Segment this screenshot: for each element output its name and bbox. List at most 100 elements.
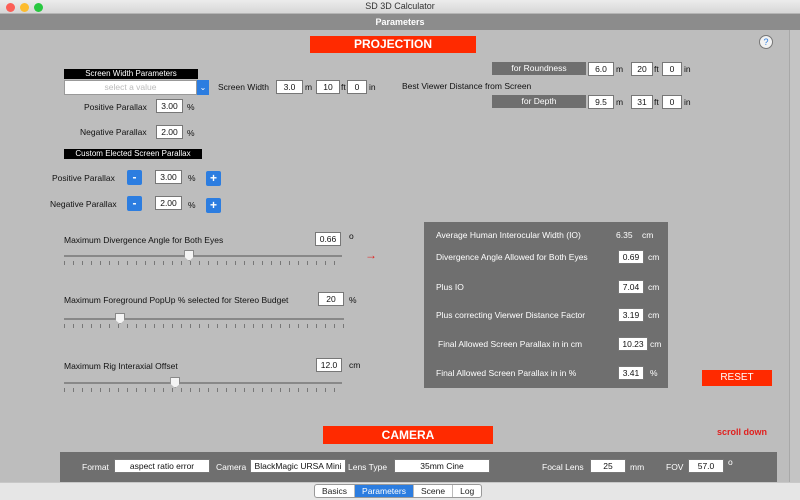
roundness-m-field[interactable]: 6.0 <box>588 62 614 76</box>
positive-parallax-unit: % <box>187 102 195 112</box>
divergence-slider-thumb[interactable] <box>184 250 195 261</box>
fov-unit: o <box>728 457 733 467</box>
custom-negative-label: Negative Parallax <box>50 199 117 209</box>
fov-label: FOV <box>666 462 684 472</box>
focal-unit: mm <box>630 462 645 472</box>
tab-parameters[interactable]: Parameters <box>355 485 414 497</box>
roundness-label: for Roundness <box>492 62 586 75</box>
depth-ft-unit: ft <box>654 97 659 107</box>
rig-slider-track[interactable] <box>64 382 342 384</box>
roundness-m-unit: m <box>616 64 624 74</box>
rig-slider-ticks <box>64 388 342 392</box>
tab-scene[interactable]: Scene <box>414 485 454 497</box>
ft-unit: ft <box>341 82 346 92</box>
results-panel: Average Human Interocular Width (IO) 6.3… <box>424 222 668 388</box>
final-pct-label: Final Allowed Screen Parallax in in % <box>436 368 577 378</box>
plus-io-value: 7.04 <box>618 280 644 294</box>
camera-field[interactable]: BlackMagic URSA Mini <box>250 459 346 473</box>
factor-label: Plus correcting Vierwer Distance Factor <box>436 310 586 320</box>
divergence-slider-ticks <box>64 261 342 265</box>
arrow-right-icon: → <box>365 248 377 262</box>
roundness-in-unit: in <box>684 64 691 74</box>
window-titlebar: SD 3D Calculator <box>0 0 800 14</box>
popup-value-field[interactable]: 20 <box>318 292 344 306</box>
divergence-slider-label: Maximum Divergence Angle for Both Eyes <box>64 235 224 245</box>
rig-slider-label: Maximum Rig Interaxial Offset <box>64 361 178 371</box>
screen-width-in-input[interactable]: 0 <box>347 80 367 94</box>
tab-log[interactable]: Log <box>453 485 481 497</box>
popup-slider-track[interactable] <box>64 318 344 320</box>
chevron-down-icon[interactable]: ⌄ <box>197 80 209 95</box>
scroll-down-hint: scroll down <box>717 427 768 437</box>
factor-value: 3.19 <box>618 308 644 322</box>
screen-width-ft-input[interactable]: 10 <box>316 80 340 94</box>
custom-negative-minus-button[interactable]: - <box>127 196 142 211</box>
divergence-unit: o <box>349 231 354 241</box>
lens-type-field[interactable]: 35mm Cine <box>394 459 490 473</box>
in-unit: in <box>369 82 376 92</box>
plus-io-label: Plus IO <box>436 282 464 292</box>
tab-basics[interactable]: Basics <box>315 485 356 497</box>
final-cm-unit: cm <box>650 339 662 349</box>
popup-unit: % <box>349 295 357 305</box>
focal-label: Focal Lens <box>542 462 584 472</box>
io-unit: cm <box>642 230 654 240</box>
custom-negative-field[interactable]: 2.00 <box>155 196 182 210</box>
projection-header: PROJECTION <box>310 36 476 53</box>
negative-parallax-label: Negative Parallax <box>80 127 147 137</box>
divergence-allowed-unit: cm <box>648 252 660 262</box>
vertical-scrollbar[interactable] <box>789 30 800 482</box>
depth-m-unit: m <box>616 97 624 107</box>
popup-slider-thumb[interactable] <box>115 313 125 324</box>
depth-m-field[interactable]: 9.5 <box>588 95 614 109</box>
custom-negative-plus-button[interactable]: + <box>206 198 221 213</box>
screen-width-m-input[interactable]: 3.0 <box>276 80 303 94</box>
final-pct-value: 3.41 <box>618 366 644 380</box>
popup-slider-label: Maximum Foreground PopUp % selected for … <box>64 295 289 305</box>
depth-label: for Depth <box>492 95 586 108</box>
depth-in-unit: in <box>684 97 691 107</box>
camera-label: Camera <box>216 462 247 472</box>
roundness-in-field[interactable]: 0 <box>662 62 682 76</box>
best-viewer-label: Best Viewer Distance from Screen <box>402 81 532 91</box>
negative-parallax-unit: % <box>187 128 195 138</box>
roundness-ft-unit: ft <box>654 64 659 74</box>
custom-positive-field[interactable]: 3.00 <box>155 170 182 184</box>
format-field[interactable]: aspect ratio error <box>114 459 210 473</box>
negative-parallax-field[interactable]: 2.00 <box>156 125 183 139</box>
rig-value-field[interactable]: 12.0 <box>316 358 342 372</box>
bottom-tab-bar: Basics Parameters Scene Log <box>314 484 483 498</box>
depth-ft-field[interactable]: 31 <box>631 95 653 109</box>
screen-width-select[interactable]: select a value <box>64 80 197 95</box>
divergence-slider-track[interactable] <box>64 255 342 257</box>
depth-in-field[interactable]: 0 <box>662 95 682 109</box>
reset-button[interactable]: RESET <box>702 370 772 386</box>
positive-parallax-label: Positive Parallax <box>84 102 147 112</box>
format-label: Format <box>82 462 109 472</box>
custom-positive-label: Positive Parallax <box>52 173 115 183</box>
parameters-content: PROJECTION ? Screen Width Parameters sel… <box>0 30 789 482</box>
fov-field[interactable]: 57.0 <box>688 459 724 473</box>
io-label: Average Human Interocular Width (IO) <box>436 230 581 240</box>
screen-width-params-label: Screen Width Parameters <box>64 69 198 79</box>
custom-positive-minus-button[interactable]: - <box>127 170 142 185</box>
help-icon[interactable]: ? <box>759 35 773 49</box>
custom-negative-unit: % <box>188 200 196 210</box>
custom-positive-plus-button[interactable]: + <box>206 171 221 186</box>
screen-width-label: Screen Width <box>218 82 270 92</box>
roundness-ft-field[interactable]: 20 <box>631 62 653 76</box>
popup-slider-ticks <box>64 324 344 328</box>
rig-slider-thumb[interactable] <box>170 377 181 388</box>
divergence-value-field[interactable]: 0.66 <box>315 232 341 246</box>
lens-type-label: Lens Type <box>348 462 388 472</box>
positive-parallax-field[interactable]: 3.00 <box>156 99 183 113</box>
divergence-allowed-value: 0.69 <box>618 250 644 264</box>
camera-header: CAMERA <box>323 426 493 444</box>
window-title: SD 3D Calculator <box>365 1 435 11</box>
custom-positive-unit: % <box>188 173 196 183</box>
factor-unit: cm <box>648 310 660 320</box>
final-cm-label: Final Allowed Screen Parallax in in cm <box>438 339 583 349</box>
focal-field[interactable]: 25 <box>590 459 626 473</box>
custom-parallax-label: Custom Elected Screen Parallax <box>64 149 202 159</box>
page-title: Parameters <box>0 14 800 30</box>
